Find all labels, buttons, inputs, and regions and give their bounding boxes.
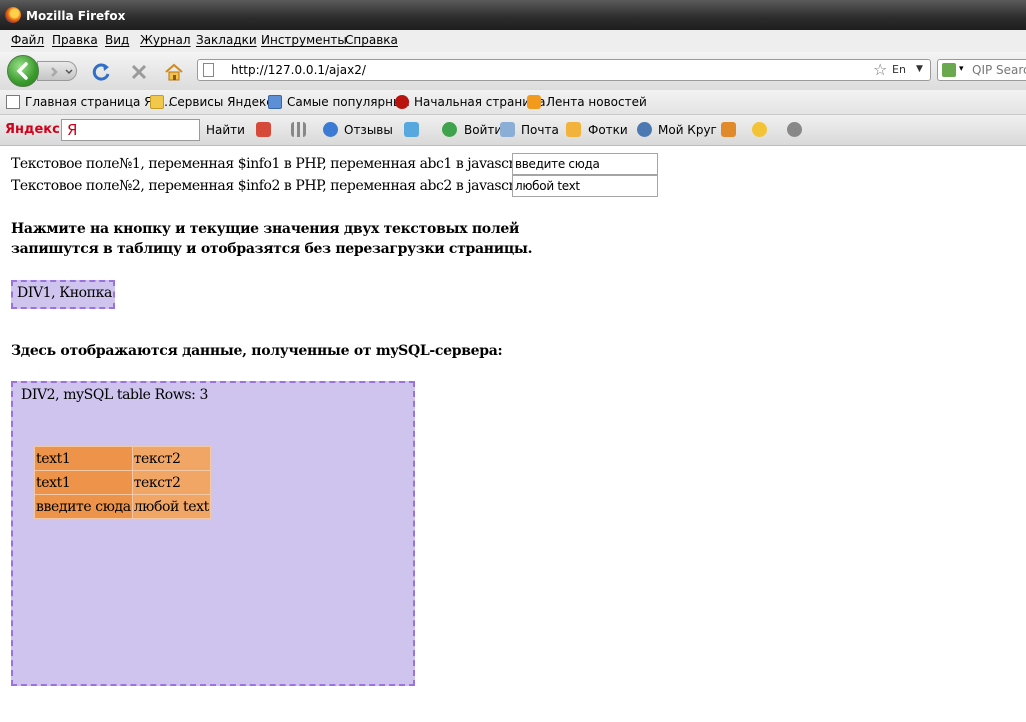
instruction-line-1: Нажмите на кнопку и текущие значения дву… <box>11 221 520 237</box>
instruction-line-2: запишутся в таблицу и отобразятся без пе… <box>11 241 533 257</box>
menu-help[interactable]: Справка <box>345 33 398 47</box>
url-dropdown-icon[interactable]: ▼ <box>916 64 923 74</box>
stop-icon[interactable] <box>129 62 149 82</box>
table-cell: текст2 <box>131 446 211 471</box>
chevron-down-icon[interactable]: ▾ <box>959 64 964 74</box>
bookmark-label: Начальная страница <box>414 95 546 109</box>
table-row: введите сюда любой text <box>34 494 211 519</box>
table-cell: text1 <box>34 446 133 471</box>
menu-edit[interactable]: Правка <box>52 33 98 47</box>
text-field-1[interactable] <box>512 153 658 175</box>
menu-bar: Файл Правка Вид Журнал Закладки Инструме… <box>0 30 1026 53</box>
page-icon <box>6 95 20 109</box>
reload-icon[interactable] <box>92 62 112 82</box>
results-table: text1 текст2 text1 текст2 введите сюда л… <box>34 446 211 519</box>
bookmark-item[interactable]: Самые популярные <box>268 95 410 109</box>
yandex-search-input[interactable]: Я <box>61 119 200 141</box>
mail-icon[interactable] <box>500 122 515 137</box>
yandex-login-button[interactable]: Войти <box>464 123 502 137</box>
qip-search-placeholder[interactable]: QIP Search <box>972 63 1026 77</box>
div2-results-panel: DIV2, mySQL table Rows: 3 text1 текст2 t… <box>11 381 415 686</box>
bookmark-label: Лента новостей <box>546 95 647 109</box>
yandex-mail-button[interactable]: Почта <box>521 123 559 137</box>
circle-icon[interactable] <box>637 122 652 137</box>
menu-bookmarks[interactable]: Закладки <box>196 33 257 47</box>
bookmark-star-icon[interactable]: ☆ <box>873 60 887 79</box>
field1-label: Текстовое поле№1, переменная $info1 в PH… <box>11 156 537 172</box>
table-cell: text1 <box>34 470 133 495</box>
settings-gear-icon[interactable] <box>787 122 802 137</box>
menu-history[interactable]: Журнал <box>140 33 191 47</box>
bookmark-label: Самые популярные <box>287 95 410 109</box>
popular-icon <box>268 95 282 109</box>
folder-icon <box>150 95 164 109</box>
bookmark-label: Сервисы Яндекса <box>169 95 281 109</box>
field2-label: Текстовое поле№2, переменная $info2 в PH… <box>11 178 537 194</box>
home-icon[interactable] <box>164 62 184 82</box>
forward-arrow-icon <box>51 67 73 77</box>
signal-bars-icon[interactable] <box>291 122 306 137</box>
table-row: text1 текст2 <box>34 470 211 495</box>
reviews-icon[interactable] <box>323 122 338 137</box>
menu-view[interactable]: Вид <box>105 33 129 47</box>
yandex-toolbar: Яндекс ▾ Я Найти Отзывы Войти Почта Фотк… <box>0 115 1026 146</box>
bookmark-item[interactable]: Лента новостей <box>527 95 647 109</box>
table-cell: текст2 <box>131 470 211 495</box>
address-bar[interactable]: http://127.0.0.1/ajax2/ ☆ En ▼ <box>197 59 931 81</box>
mysql-heading: Здесь отображаются данные, полученные от… <box>11 343 503 359</box>
navigation-toolbar: http://127.0.0.1/ajax2/ ☆ En ▼ ▾ QIP Sea… <box>0 52 1026 91</box>
qip-search-engine-icon[interactable] <box>942 63 956 77</box>
back-forward-group <box>7 55 81 87</box>
back-arrow-icon <box>16 62 28 80</box>
language-indicator: En <box>892 63 906 76</box>
yandex-logo-text: Яндекс <box>5 122 60 137</box>
firefox-icon <box>5 7 21 23</box>
menu-file[interactable]: Файл <box>11 33 44 47</box>
login-icon[interactable] <box>442 122 457 137</box>
bookmark-item[interactable]: Сервисы Яндекса <box>150 95 280 109</box>
favorites-star-icon[interactable] <box>752 122 767 137</box>
menu-tools[interactable]: Инструменты <box>261 33 347 47</box>
highlighter-icon[interactable] <box>256 122 271 137</box>
url-text[interactable]: http://127.0.0.1/ajax2/ <box>231 63 366 77</box>
yandex-reviews-button[interactable]: Отзывы <box>344 123 393 137</box>
yandex-circle-button[interactable]: Мой Круг <box>658 123 717 137</box>
table-cell: любой text <box>131 494 211 519</box>
spellcheck-icon[interactable] <box>404 122 419 137</box>
firefox-bug-icon <box>395 95 409 109</box>
back-button[interactable] <box>7 55 39 87</box>
bookmark-item[interactable]: Начальная страница <box>395 95 546 109</box>
table-row: text1 текст2 <box>34 446 211 471</box>
div2-caption: DIV2, mySQL table Rows: 3 <box>21 387 209 403</box>
yandex-input-logo: Я <box>67 121 78 139</box>
yandex-photos-button[interactable]: Фотки <box>588 123 628 137</box>
yandex-find-button[interactable]: Найти <box>206 123 245 137</box>
page-content: Текстовое поле№1, переменная $info1 в PH… <box>0 146 1026 722</box>
bookmarks-toolbar: Главная страница Ян... Сервисы Яндекса С… <box>0 90 1026 115</box>
photos-icon[interactable] <box>566 122 581 137</box>
div1-button[interactable]: DIV1, Кнопка <box>11 280 115 309</box>
window-title: Mozilla Firefox <box>26 9 126 23</box>
qip-search-box[interactable]: ▾ QIP Search <box>937 59 1026 81</box>
window-titlebar: Mozilla Firefox <box>0 0 1026 30</box>
forward-button[interactable] <box>37 61 77 81</box>
weather-icon[interactable] <box>721 122 736 137</box>
rss-icon <box>527 95 541 109</box>
bookmark-item[interactable]: Главная страница Ян... <box>6 95 172 109</box>
page-icon <box>203 63 214 77</box>
table-cell: введите сюда <box>34 494 133 519</box>
text-field-2[interactable] <box>512 175 658 197</box>
